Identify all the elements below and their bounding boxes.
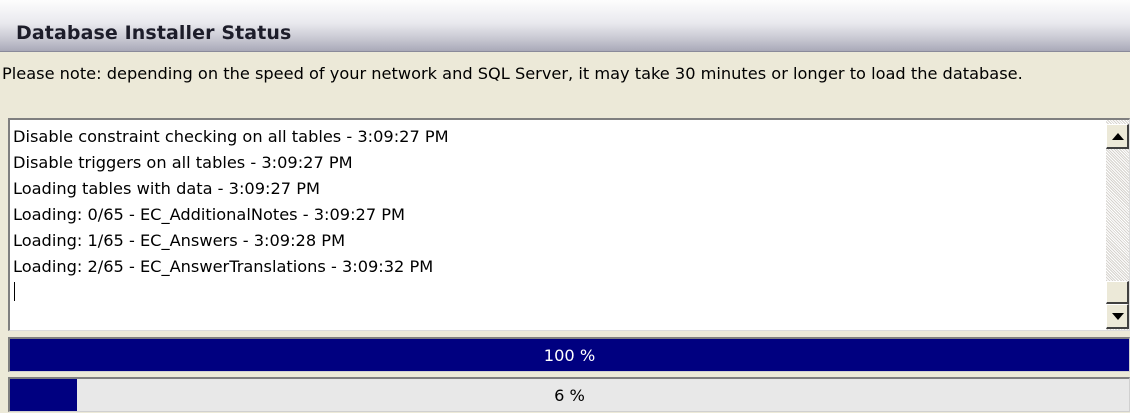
scroll-up-arrow-icon [1112, 133, 1124, 140]
log-line: Loading: 0/65 - EC_AdditionalNotes - 3:0… [13, 205, 405, 224]
status-header: Database Installer Status [0, 0, 1130, 52]
note-text: Please note: depending on the speed of y… [2, 64, 1023, 83]
scrollbar-thumb[interactable] [1106, 281, 1129, 304]
log-line: Disable constraint checking on all table… [13, 127, 449, 146]
overall-progress-label: 100 % [543, 345, 596, 365]
log-lines: Disable constraint checking on all table… [13, 124, 1098, 280]
log-line: Disable triggers on all tables - 3:09:27… [13, 153, 353, 172]
log-line: Loading: 2/65 - EC_AnswerTranslations - … [13, 257, 434, 276]
scroll-up-button[interactable] [1106, 124, 1129, 149]
scroll-down-arrow-icon [1112, 313, 1124, 320]
database-installer-window: Database Installer Status Please note: d… [0, 0, 1130, 413]
text-caret [14, 282, 15, 301]
current-progress-bar: 6 % [8, 377, 1130, 412]
log-line: Loading: 1/65 - EC_Answers - 3:09:28 PM [13, 231, 346, 250]
page-title: Database Installer Status [16, 22, 292, 44]
vertical-scrollbar[interactable] [1106, 120, 1129, 330]
current-progress-label: 6 % [554, 385, 585, 405]
log-textbox[interactable]: Disable constraint checking on all table… [8, 118, 1130, 331]
overall-progress-bar: 100 % [8, 337, 1130, 372]
log-line: Loading tables with data - 3:09:27 PM [13, 179, 320, 198]
scroll-down-button[interactable] [1106, 304, 1129, 329]
